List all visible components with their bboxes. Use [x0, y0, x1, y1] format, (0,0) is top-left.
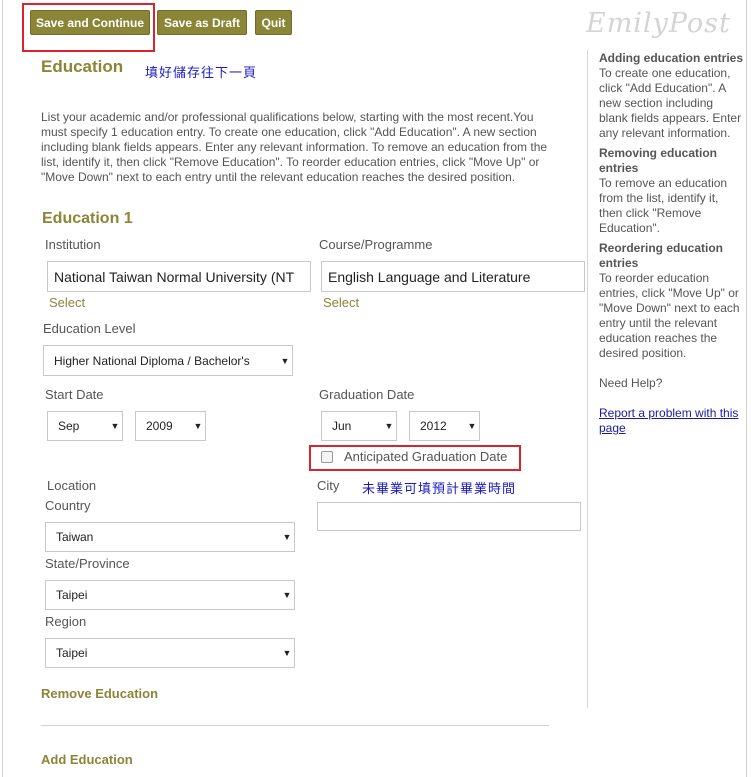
reordering-text: To reorder education entries, click "Mov… [599, 271, 740, 360]
start-year-value: 2009 [146, 419, 173, 433]
institution-select-link[interactable]: Select [49, 295, 85, 310]
chevron-down-icon: ▼ [282, 590, 292, 600]
city-input[interactable] [317, 502, 581, 531]
education-level-select[interactable]: Higher National Diploma / Bachelor's ▼ [43, 345, 293, 376]
start-month-value: Sep [58, 419, 80, 433]
reordering-heading: Reordering education entries [599, 241, 724, 270]
chevron-down-icon: ▼ [384, 421, 394, 431]
course-label: Course/Programme [319, 237, 433, 252]
graduation-year-value: 2012 [420, 419, 447, 433]
report-problem-link[interactable]: Report a problem with this page [599, 406, 744, 436]
sidebar-divider [587, 50, 588, 708]
graduation-month-value: Jun [332, 419, 352, 433]
page-border-left [2, 0, 3, 777]
removing-text: To remove an education from the list, id… [599, 176, 728, 235]
start-month-select[interactable]: Sep ▼ [47, 411, 123, 441]
help-sidebar: Adding education entries To create one e… [599, 51, 744, 436]
remove-education-link[interactable]: Remove Education [41, 686, 158, 701]
graduation-year-select[interactable]: 2012 ▼ [409, 411, 480, 441]
need-help-text: Need Help? [599, 376, 663, 390]
institution-input[interactable]: National Taiwan Normal University (NT [47, 261, 311, 292]
start-date-label: Start Date [45, 387, 104, 402]
chevron-down-icon: ▼ [467, 421, 477, 431]
location-label: Location [47, 478, 97, 493]
save-and-continue-button[interactable]: Save and Continue [30, 10, 150, 35]
state-select[interactable]: Taipei ▼ [45, 580, 295, 610]
institution-label: Institution [45, 237, 101, 252]
graduation-date-label: Graduation Date [319, 387, 415, 402]
chevron-down-icon: ▼ [280, 355, 290, 366]
page-title: Education [41, 57, 124, 76]
country-select[interactable]: Taiwan ▼ [45, 522, 295, 552]
education-level-label: Education Level [43, 321, 136, 336]
save-annotation: 填好儲存往下一頁 [145, 66, 258, 81]
course-select-link[interactable]: Select [323, 295, 359, 310]
chevron-down-icon: ▼ [282, 532, 292, 542]
adding-text: To create one education, click "Add Educ… [599, 66, 742, 140]
intro-text: List your academic and/or professional q… [41, 110, 548, 184]
chevron-down-icon: ▼ [193, 421, 203, 431]
education-level-value: Higher National Diploma / Bachelor's [54, 353, 250, 368]
start-year-select[interactable]: 2009 ▼ [135, 411, 206, 441]
region-label: Region [45, 614, 87, 629]
chevron-down-icon: ▼ [282, 648, 292, 658]
state-value: Taipei [56, 588, 88, 602]
save-as-draft-button[interactable]: Save as Draft [157, 10, 247, 35]
region-value: Taipei [56, 646, 88, 660]
course-input[interactable]: English Language and Literature [321, 261, 585, 292]
country-label: Country [45, 498, 91, 513]
page-border-right [746, 0, 747, 777]
removing-heading: Removing education entries [599, 146, 718, 175]
region-select[interactable]: Taipei ▼ [45, 638, 295, 668]
chevron-down-icon: ▼ [110, 421, 120, 431]
country-value: Taiwan [56, 530, 94, 544]
adding-heading: Adding education entries [599, 51, 744, 65]
anticipated-graduation-checkbox[interactable] [321, 451, 333, 463]
brand-watermark: EmilyPost [586, 8, 731, 39]
quit-button[interactable]: Quit [255, 10, 292, 35]
section-divider [41, 725, 549, 726]
graduation-month-select[interactable]: Jun ▼ [321, 411, 397, 441]
city-label: City [317, 478, 340, 493]
add-education-link[interactable]: Add Education [41, 752, 133, 767]
education-heading: Education 1 [42, 210, 133, 227]
anticipated-graduation-label: Anticipated Graduation Date [344, 449, 508, 464]
graduation-annotation: 未畢業可填預計畢業時間 [362, 482, 517, 497]
state-label: State/Province [45, 556, 130, 571]
